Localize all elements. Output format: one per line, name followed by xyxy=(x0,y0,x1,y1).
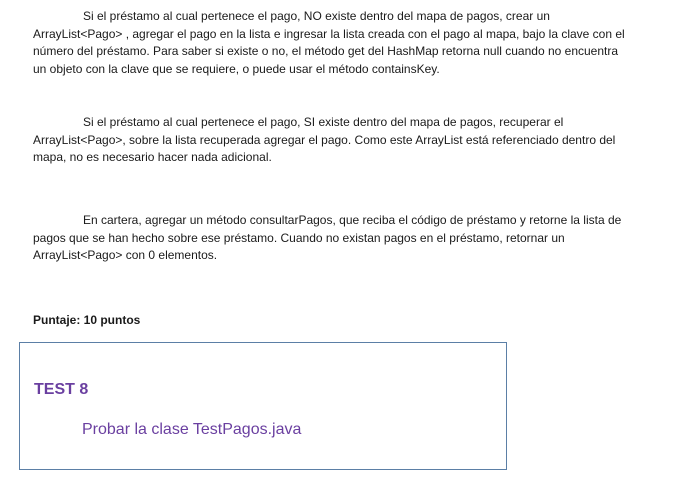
paragraph-missing-loan: Si el préstamo al cual pertenece el pago… xyxy=(33,9,625,76)
score-label: Puntaje: 10 puntos xyxy=(33,313,141,327)
paragraph-consultar-pagos: En cartera, agregar un método consultarP… xyxy=(33,213,622,262)
test-box: TEST 8 Probar la clase TestPagos.java xyxy=(19,342,507,470)
test-description: Probar la clase TestPagos.java xyxy=(82,421,302,438)
paragraph-existing-loan: Si el préstamo al cual pertenece el pago… xyxy=(33,115,616,164)
test-title: TEST 8 xyxy=(34,381,89,398)
